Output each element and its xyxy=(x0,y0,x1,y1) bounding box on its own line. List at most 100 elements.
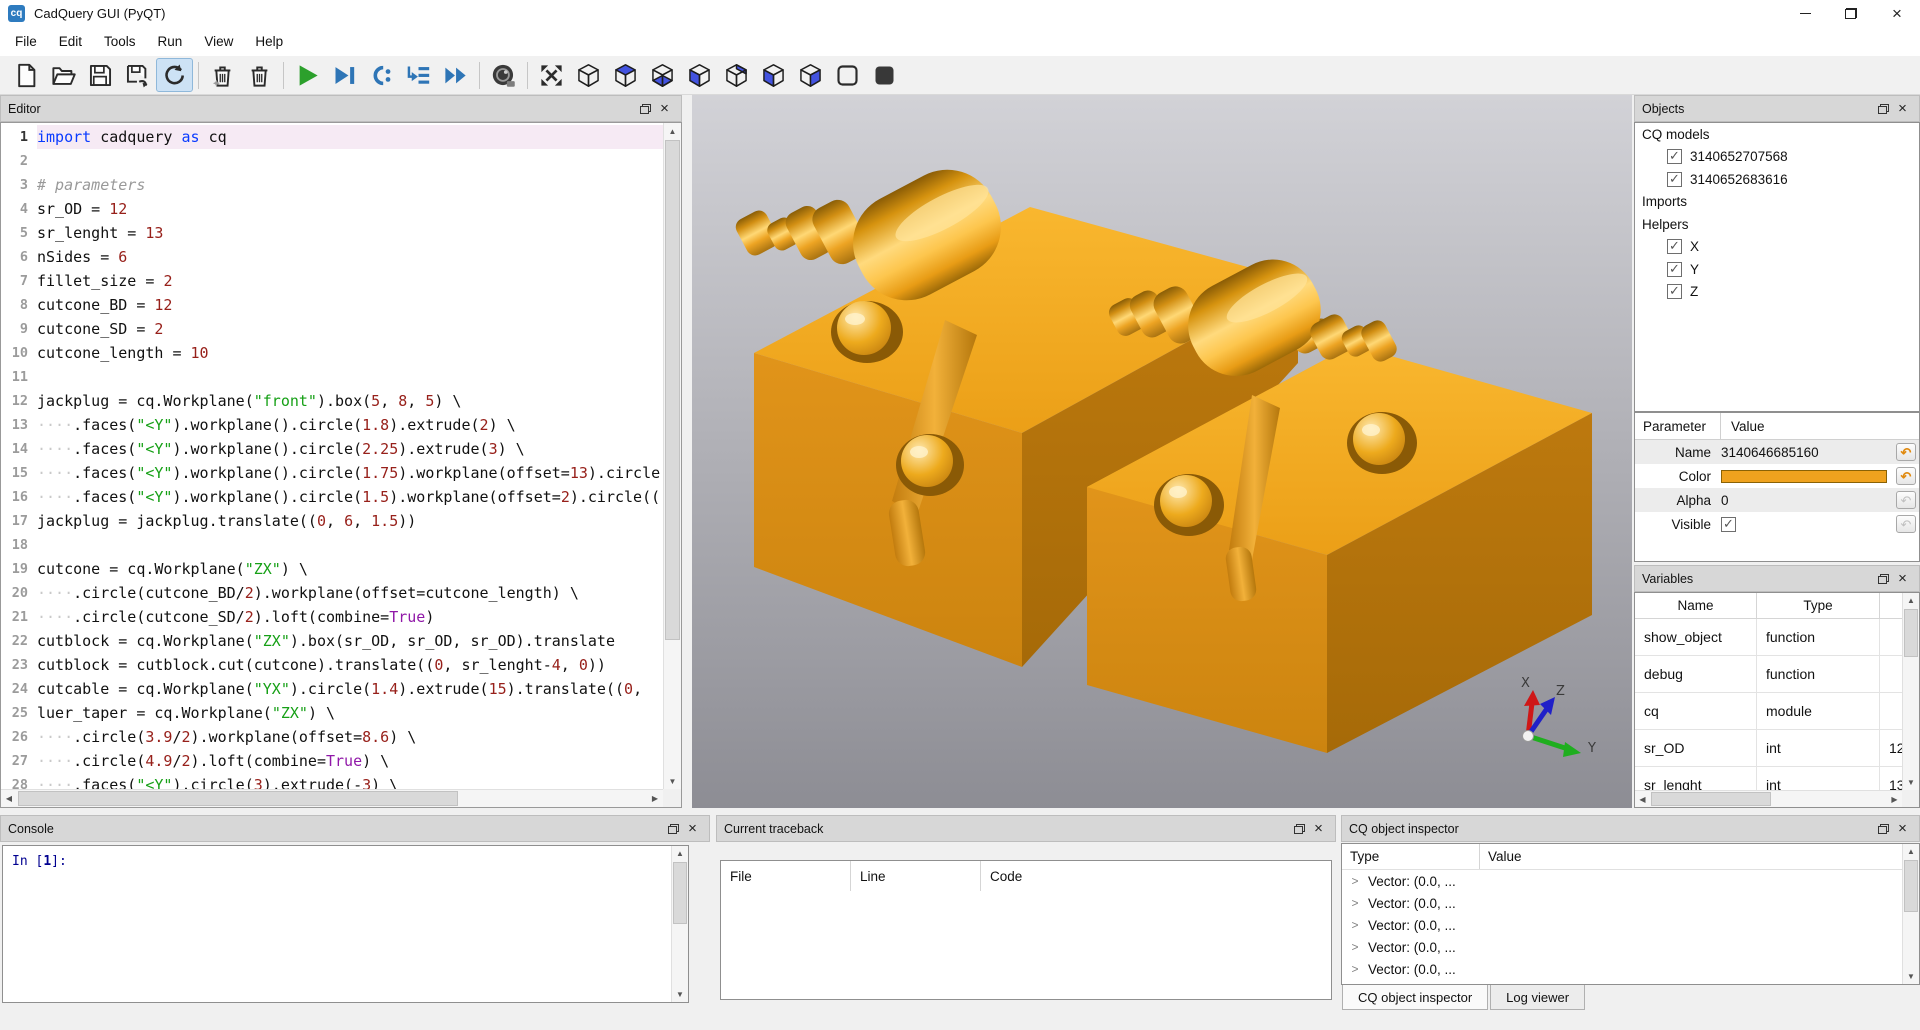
close-button[interactable]: × xyxy=(1874,0,1920,26)
minimize-button[interactable] xyxy=(1782,0,1828,26)
checkbox[interactable]: ✓ xyxy=(1667,284,1682,299)
tree-item-x[interactable]: ✓X xyxy=(1635,236,1919,259)
close-dock-button[interactable]: × xyxy=(683,819,702,838)
fit-view-button[interactable] xyxy=(533,58,570,92)
objects-dock-title: Objects xyxy=(1642,102,1684,116)
float-button[interactable] xyxy=(636,99,655,118)
console-input-area[interactable]: In [1]: ▲ ▼ xyxy=(2,845,689,1003)
open-file-button[interactable] xyxy=(45,58,82,92)
bottom-view-button[interactable] xyxy=(644,58,681,92)
shaded-button[interactable] xyxy=(866,58,903,92)
back-view-button[interactable] xyxy=(718,58,755,92)
float-button[interactable] xyxy=(1874,569,1893,588)
tab-log-viewer[interactable]: Log viewer xyxy=(1490,985,1585,1010)
editor-vertical-scrollbar[interactable]: ▲ ▼ xyxy=(663,123,681,789)
code-line: 16····.faces("<Y").workplane().circle(1.… xyxy=(1,485,663,509)
top-view-icon xyxy=(612,62,639,89)
type-column-header: Type xyxy=(1342,844,1480,869)
menu-file[interactable]: File xyxy=(4,26,48,56)
checkbox[interactable]: ✓ xyxy=(1667,262,1682,277)
parameter-row-visible[interactable]: Visible✓↶ xyxy=(1635,512,1919,536)
expand-chevron-icon[interactable]: > xyxy=(1342,962,1368,976)
tab-cq-object-inspector[interactable]: CQ object inspector xyxy=(1342,985,1488,1010)
float-icon xyxy=(640,104,651,114)
close-icon: × xyxy=(660,101,669,116)
debug-button[interactable] xyxy=(326,58,363,92)
close-dock-button[interactable]: × xyxy=(655,99,674,118)
expand-chevron-icon[interactable]: > xyxy=(1342,874,1368,888)
menu-tools[interactable]: Tools xyxy=(93,26,147,56)
checkbox[interactable]: ✓ xyxy=(1667,239,1682,254)
close-dock-button[interactable]: × xyxy=(1893,569,1912,588)
tree-item-helpers[interactable]: Helpers xyxy=(1635,213,1919,236)
expand-chevron-icon[interactable]: > xyxy=(1342,896,1368,910)
new-file-button[interactable] xyxy=(8,58,45,92)
right-view-button[interactable] xyxy=(792,58,829,92)
render-button[interactable] xyxy=(289,58,326,92)
console-vertical-scrollbar[interactable]: ▲ ▼ xyxy=(671,846,688,1002)
line-column-header: Line xyxy=(851,861,981,891)
undo-button[interactable]: ↶ xyxy=(1896,443,1916,461)
parameter-row-name[interactable]: Name3140646685160↶ xyxy=(1635,440,1919,464)
float-button[interactable] xyxy=(1874,99,1893,118)
restore-button[interactable] xyxy=(1828,0,1874,26)
wireframe-button[interactable] xyxy=(829,58,866,92)
toolbar-separator xyxy=(283,62,284,89)
code-editor[interactable]: 1import cadquery as cq23# parameters4sr_… xyxy=(1,123,663,789)
inspector-row[interactable]: >Vector: (0.0, ... xyxy=(1342,870,1919,892)
iso-view-button[interactable] xyxy=(570,58,607,92)
screenshot-button[interactable] xyxy=(485,58,522,92)
float-button[interactable] xyxy=(664,819,683,838)
color-swatch[interactable] xyxy=(1721,470,1887,483)
tree-item-3140652683616[interactable]: ✓3140652683616 xyxy=(1635,168,1919,191)
menu-run[interactable]: Run xyxy=(147,26,194,56)
left-view-button[interactable] xyxy=(755,58,792,92)
tree-item-y[interactable]: ✓Y xyxy=(1635,258,1919,281)
parameter-row-color[interactable]: Color↶ xyxy=(1635,464,1919,488)
undo-button[interactable]: ↶ xyxy=(1896,467,1916,485)
close-dock-button[interactable]: × xyxy=(1893,819,1912,838)
menu-edit[interactable]: Edit xyxy=(48,26,93,56)
checkbox[interactable]: ✓ xyxy=(1667,172,1682,187)
delete-imported-button[interactable] xyxy=(241,58,278,92)
float-button[interactable] xyxy=(1874,819,1893,838)
expand-chevron-icon[interactable]: > xyxy=(1342,918,1368,932)
delete-cq-objects-button[interactable] xyxy=(204,58,241,92)
inspector-vertical-scrollbar[interactable]: ▲ ▼ xyxy=(1902,844,1919,984)
inspector-row[interactable]: >Vector: (0.0, ... xyxy=(1342,914,1919,936)
variables-horizontal-scrollbar[interactable]: ◀ ▶ xyxy=(1635,790,1902,807)
close-dock-button[interactable]: × xyxy=(1309,819,1328,838)
front-view-button[interactable] xyxy=(681,58,718,92)
step-in-button[interactable] xyxy=(400,58,437,92)
top-view-button[interactable] xyxy=(607,58,644,92)
continue-button[interactable] xyxy=(437,58,474,92)
variable-row-show_object[interactable]: show_objectfunction xyxy=(1635,619,1919,656)
parameter-row-alpha[interactable]: Alpha0↶ xyxy=(1635,488,1919,512)
tree-item-imports[interactable]: Imports xyxy=(1635,191,1919,214)
close-dock-button[interactable]: × xyxy=(1893,99,1912,118)
re-render-button[interactable] xyxy=(156,58,193,92)
toolbar-separator xyxy=(198,62,199,89)
checkbox[interactable]: ✓ xyxy=(1721,517,1736,532)
save-as-button[interactable] xyxy=(119,58,156,92)
float-button[interactable] xyxy=(1290,819,1309,838)
variable-row-sr_OD[interactable]: sr_ODint12 xyxy=(1635,730,1919,767)
inspector-row[interactable]: >Vector: (0.0, ... xyxy=(1342,936,1919,958)
tree-item-cq-models[interactable]: CQ models xyxy=(1635,123,1919,146)
variable-row-cq[interactable]: cqmodule xyxy=(1635,693,1919,730)
variables-vertical-scrollbar[interactable]: ▲ ▼ xyxy=(1902,593,1919,790)
tree-item-z[interactable]: ✓Z xyxy=(1635,281,1919,304)
inspector-row[interactable]: >Vector: (0.0, ... xyxy=(1342,892,1919,914)
variables-header: Name Type xyxy=(1635,593,1919,619)
tree-item-3140652707568[interactable]: ✓3140652707568 xyxy=(1635,146,1919,169)
editor-horizontal-scrollbar[interactable]: ◀ ▶ xyxy=(1,789,663,807)
expand-chevron-icon[interactable]: > xyxy=(1342,940,1368,954)
step-button[interactable] xyxy=(363,58,400,92)
viewport-3d[interactable]: X Z Y xyxy=(692,95,1632,808)
checkbox[interactable]: ✓ xyxy=(1667,149,1682,164)
save-button[interactable] xyxy=(82,58,119,92)
menu-help[interactable]: Help xyxy=(244,26,294,56)
inspector-row[interactable]: >Vector: (0.0, ... xyxy=(1342,958,1919,980)
menu-view[interactable]: View xyxy=(193,26,244,56)
variable-row-debug[interactable]: debugfunction xyxy=(1635,656,1919,693)
